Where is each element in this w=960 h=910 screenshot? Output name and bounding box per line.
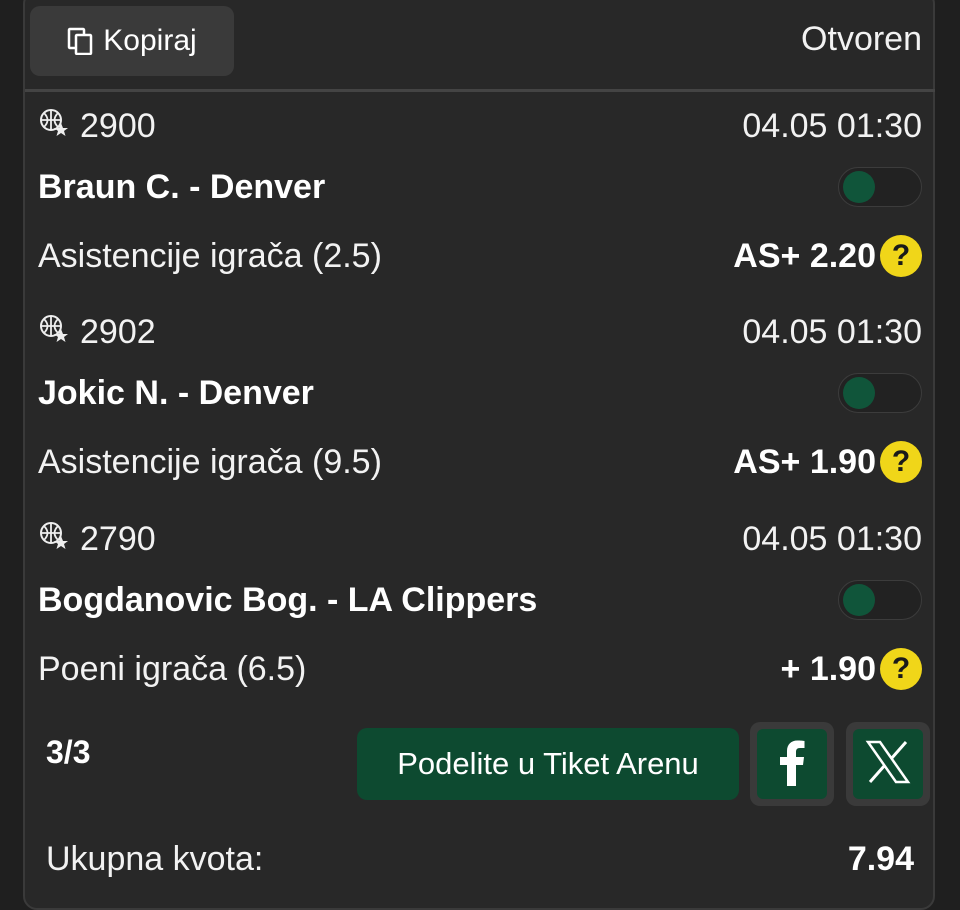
basketball-star-icon (38, 520, 68, 559)
x-logo-icon (865, 740, 911, 789)
copy-icon (67, 27, 93, 55)
bet-toggle[interactable] (838, 167, 922, 207)
player-name: Bogdanovic Bog. - LA Clippers (38, 580, 538, 619)
player-name: Jokic N. - Denver (38, 373, 314, 412)
help-icon[interactable]: ? (880, 441, 922, 483)
event-datetime: 04.05 01:30 (742, 106, 922, 145)
bet-toggle[interactable] (838, 580, 922, 620)
total-odds-value: 7.94 (847, 840, 914, 878)
ticket-status: Otvoren (801, 20, 922, 58)
odds-value: AS+ 2.20 (733, 236, 876, 275)
help-icon[interactable]: ? (880, 235, 922, 277)
event-datetime: 04.05 01:30 (742, 519, 922, 558)
event-code: 2902 (80, 312, 156, 351)
facebook-share-button[interactable] (750, 722, 834, 806)
share-tiket-arena-button[interactable]: Podelite u Tiket Arenu (357, 728, 739, 800)
odds-value: AS+ 1.90 (733, 442, 876, 481)
total-odds-label: Ukupna kvota: (46, 840, 264, 878)
basketball-star-icon (38, 107, 68, 146)
copy-button[interactable]: Kopiraj (30, 6, 234, 76)
facebook-icon (777, 738, 807, 791)
market-label: Asistencije igrača (9.5) (38, 442, 382, 481)
help-icon[interactable]: ? (880, 648, 922, 690)
bet-toggle[interactable] (838, 373, 922, 413)
event-code: 2790 (80, 519, 156, 558)
market-label: Poeni igrača (6.5) (38, 649, 307, 688)
header-divider (25, 89, 935, 92)
selection-count: 3/3 (46, 734, 91, 770)
basketball-star-icon (38, 313, 68, 352)
copy-label: Kopiraj (103, 24, 197, 57)
x-share-button[interactable] (846, 722, 930, 806)
player-name: Braun C. - Denver (38, 167, 326, 206)
event-datetime: 04.05 01:30 (742, 312, 922, 351)
market-label: Asistencije igrača (2.5) (38, 236, 382, 275)
event-code: 2900 (80, 106, 156, 145)
odds-value: + 1.90 (780, 649, 876, 688)
